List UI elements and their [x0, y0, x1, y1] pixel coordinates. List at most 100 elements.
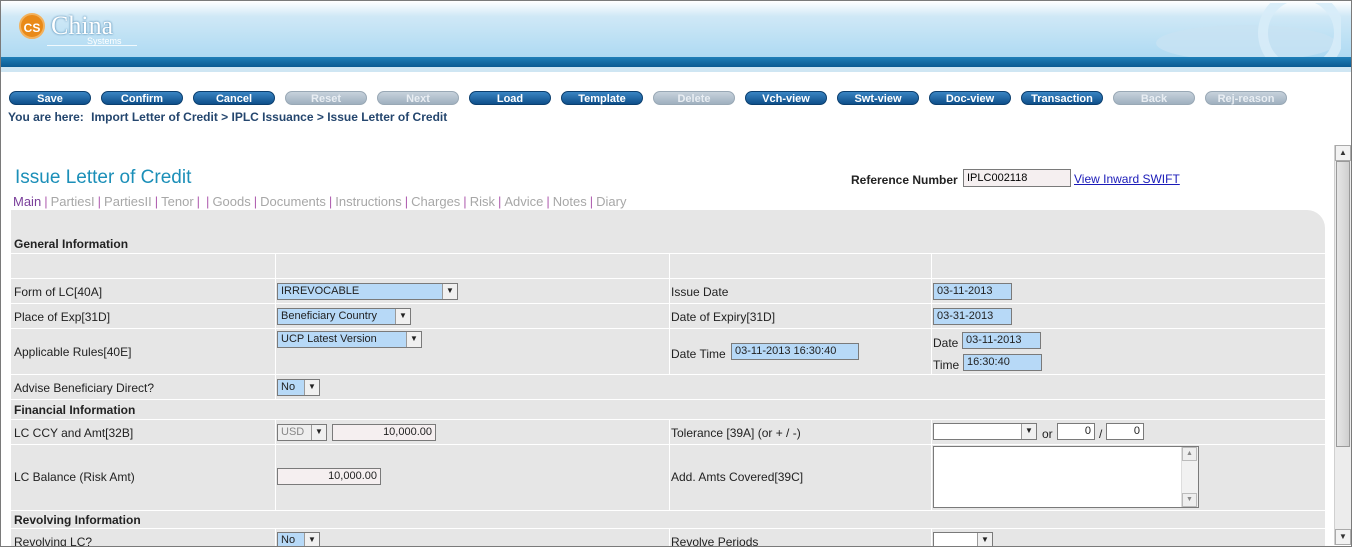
revolving-lc-select[interactable]: No ▼ — [277, 532, 320, 546]
form-of-lc-select[interactable]: IRREVOCABLE ▼ — [277, 283, 458, 300]
tolerance-minus-input[interactable]: 0 — [1106, 423, 1144, 440]
tab-separator: | — [44, 194, 48, 209]
lc-amount-input[interactable]: 10,000.00 — [332, 424, 436, 441]
page-title: Issue Letter of Credit — [15, 167, 192, 188]
row-revolving-lc: Revolving LC? No ▼ Revolve Periods ▼ — [11, 529, 1325, 547]
logo-swoosh — [47, 45, 137, 46]
tab-partiesi[interactable]: PartiesI — [51, 194, 95, 209]
reset-button[interactable]: Reset — [285, 91, 367, 105]
back-button[interactable]: Back — [1113, 91, 1195, 105]
applicable-rules-label: Applicable Rules[40E] — [14, 345, 132, 359]
applicable-rules-select[interactable]: UCP Latest Version ▼ — [277, 331, 422, 348]
revolve-periods-label: Revolve Periods — [671, 535, 759, 547]
date-of-expiry-input[interactable]: 03-31-2013 — [933, 308, 1012, 325]
chevron-down-icon: ▼ — [406, 332, 421, 347]
tab-advice[interactable]: Advice — [504, 194, 543, 209]
tab-charges[interactable]: Charges — [411, 194, 460, 209]
issue-date-input[interactable]: 03-11-2013 — [933, 283, 1012, 300]
date-time-label: Date Time — [671, 347, 726, 361]
scroll-up-icon[interactable]: ▲ — [1182, 447, 1197, 461]
applicable-rules-value: UCP Latest Version — [281, 333, 377, 345]
lc-ccy-value: USD — [281, 426, 305, 438]
lc-ccy-select[interactable]: USD ▼ — [277, 424, 327, 441]
row-advise-direct: Advise Beneficiary Direct? No ▼ — [11, 375, 1325, 400]
add-amts-textarea[interactable]: ▲ ▼ — [933, 446, 1199, 508]
revolve-periods-select[interactable]: ▼ — [933, 532, 993, 546]
delete-button[interactable]: Delete — [653, 91, 735, 105]
tab-separator: | — [206, 194, 210, 209]
lc-balance-input[interactable]: 10,000.00 — [277, 468, 381, 485]
tab-separator: | — [404, 194, 409, 209]
tab-risk[interactable]: Risk — [470, 194, 495, 209]
time-input[interactable]: 16:30:40 — [963, 354, 1042, 371]
scrollbar-thumb[interactable] — [1336, 161, 1350, 447]
revolving-lc-value: No — [281, 534, 296, 546]
page-scrollbar[interactable]: ▲ ▼ — [1334, 145, 1351, 545]
tab-separator: | — [154, 194, 159, 209]
header-bar — [1, 57, 1351, 67]
tab-notes[interactable]: Notes — [553, 194, 587, 209]
date-input[interactable]: 03-11-2013 — [962, 332, 1041, 349]
doc-view-button[interactable]: Doc-view — [929, 91, 1011, 105]
form-of-lc-label: Form of LC[40A] — [14, 285, 103, 299]
view-inward-swift-link[interactable]: View Inward SWIFT — [1074, 172, 1180, 186]
template-button[interactable]: Template — [561, 91, 643, 105]
tab-diary[interactable]: Diary — [596, 194, 626, 209]
save-button[interactable]: Save — [9, 91, 91, 105]
logo-mark-icon: CS — [19, 13, 45, 39]
tab-main[interactable]: Main — [13, 194, 41, 209]
tab-goods[interactable]: Goods — [212, 194, 250, 209]
tab-separator: | — [463, 194, 467, 209]
tab-partiesii[interactable]: PartiesII — [104, 194, 152, 209]
tab-documents[interactable]: Documents — [260, 194, 326, 209]
cancel-button[interactable]: Cancel — [193, 91, 275, 105]
tab-separator: | — [196, 194, 201, 209]
load-button[interactable]: Load — [469, 91, 551, 105]
add-amts-label: Add. Amts Covered[39C] — [671, 470, 804, 484]
rej-reason-button[interactable]: Rej-reason — [1205, 91, 1287, 105]
transaction-button[interactable]: Transaction — [1021, 91, 1103, 105]
breadcrumb-prefix: You are here: — [8, 110, 84, 124]
section-financial: Financial Information — [11, 400, 1325, 420]
tab-separator: | — [328, 194, 333, 209]
next-button[interactable]: Next — [377, 91, 459, 105]
date-time-input[interactable]: 03-11-2013 16:30:40 — [731, 343, 859, 360]
tolerance-plus-input[interactable]: 0 — [1057, 423, 1095, 440]
time-label: Time — [933, 358, 960, 372]
form-top-bar — [11, 210, 1325, 234]
tab-bar: Main | PartiesI | PartiesII | Tenor | | Goods | Doc… — [13, 194, 626, 209]
scroll-up-icon[interactable]: ▲ — [1335, 145, 1351, 161]
section-revolving-title: Revolving Information — [14, 513, 141, 527]
place-of-exp-value: Beneficiary Country — [281, 310, 377, 322]
section-general: General Information — [11, 234, 1325, 254]
row-form-of-lc: Form of LC[40A] IRREVOCABLE ▼ Issue Date… — [11, 279, 1325, 304]
chevron-down-icon: ▼ — [1021, 424, 1036, 439]
reference-number-input[interactable] — [963, 169, 1071, 187]
vch-view-button[interactable]: Vch-view — [745, 91, 827, 105]
chevron-down-icon: ▼ — [395, 309, 410, 324]
scroll-down-icon[interactable]: ▼ — [1182, 493, 1197, 507]
tolerance-label: Tolerance [39A] (or + / -) — [671, 426, 801, 440]
tab-separator: | — [546, 194, 550, 209]
tolerance-select[interactable]: ▼ — [933, 423, 1037, 440]
chevron-down-icon: ▼ — [304, 533, 319, 546]
advise-direct-select[interactable]: No ▼ — [277, 379, 320, 396]
form-of-lc-value: IRREVOCABLE — [281, 285, 360, 297]
swt-view-button[interactable]: Swt-view — [837, 91, 919, 105]
place-of-exp-select[interactable]: Beneficiary Country ▼ — [277, 308, 411, 325]
chevron-down-icon: ▼ — [304, 380, 319, 395]
place-of-exp-label: Place of Exp[31D] — [14, 310, 111, 324]
advise-direct-label: Advise Beneficiary Direct? — [14, 381, 155, 395]
lc-ccy-amt-label: LC CCY and Amt[32B] — [14, 426, 134, 440]
confirm-button[interactable]: Confirm — [101, 91, 183, 105]
tab-instructions[interactable]: Instructions — [335, 194, 401, 209]
tab-tenor[interactable]: Tenor — [161, 194, 194, 209]
reference-number-label: Reference Number — [851, 173, 958, 187]
scroll-down-icon[interactable]: ▼ — [1335, 529, 1351, 545]
row-applicable-rules: Applicable Rules[40E] UCP Latest Version… — [11, 329, 1325, 375]
issue-date-label: Issue Date — [671, 285, 729, 299]
textarea-scrollbar[interactable]: ▲ ▼ — [1181, 447, 1198, 507]
row-place-of-exp: Place of Exp[31D] Beneficiary Country ▼ … — [11, 304, 1325, 329]
tab-separator: | — [97, 194, 102, 209]
section-financial-title: Financial Information — [14, 403, 136, 417]
